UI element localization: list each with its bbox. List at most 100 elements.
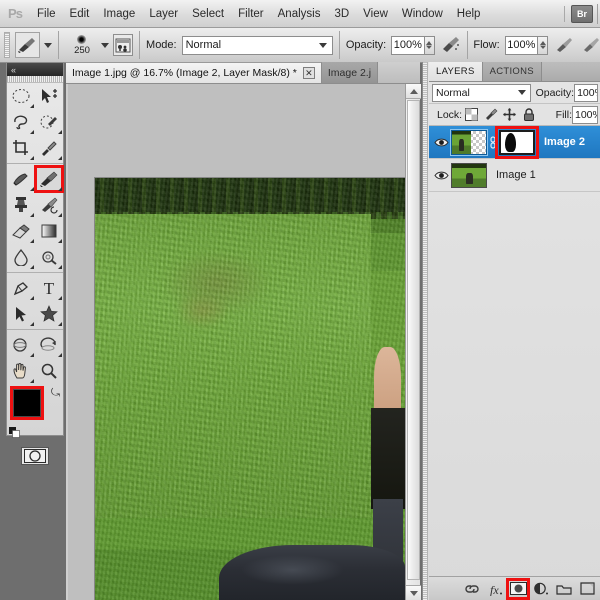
opacity-stepper[interactable] [423,35,435,55]
image-canvas[interactable] [95,178,405,600]
add-layer-mask-button[interactable] [506,577,530,600]
tool-flyout-corner-icon [30,353,34,357]
blur-tool[interactable] [7,244,35,270]
zoom-tool[interactable] [35,358,63,384]
quick-selection-tool[interactable] [35,109,63,135]
menu-item-analysis[interactable]: Analysis [271,0,328,28]
lock-image-pixels-icon[interactable] [483,107,498,122]
layer-thumbnail[interactable] [451,129,487,155]
menu-item-layer[interactable]: Layer [142,0,185,28]
custom-shape-tool[interactable] [35,301,63,327]
tool-options-bar: 250 Mode: Normal Opacity: 100% Flow: 100… [0,28,600,63]
brush-size-preview[interactable]: 250 [67,34,97,56]
scroll-up-button[interactable] [406,84,421,99]
toolbox-collapse-handle[interactable]: « [7,63,63,76]
document-tab-image-2[interactable]: Image 2.j [321,62,379,83]
move-tool[interactable] [35,83,63,109]
tool-flyout-corner-icon [58,239,62,243]
options-divider-2 [139,31,141,59]
document-area [66,84,421,600]
crop-tool[interactable] [7,135,35,161]
toggle-brush-panel-icon[interactable] [113,34,134,56]
layer-fill-input[interactable]: 100% [572,105,598,124]
menu-item-edit[interactable]: Edit [63,0,97,28]
opacity-input[interactable]: 100% [391,35,424,55]
layer-visibility-toggle[interactable] [431,159,451,192]
menu-item-select[interactable]: Select [185,0,231,28]
lock-position-icon[interactable] [502,107,517,122]
new-group-button[interactable] [553,579,575,599]
menu-item-view[interactable]: View [356,0,395,28]
layers-panel-content: LAYERS ACTIONS Normal Opacity: 100% Lock… [429,62,600,600]
brush-tool-preset-icon[interactable] [14,32,40,58]
brush-tip-icon [77,34,87,44]
svg-text:fx: fx [490,583,499,596]
new-layer-button[interactable] [576,579,598,599]
close-icon[interactable]: ✕ [302,67,315,79]
layer-row[interactable]: Image 2 [429,125,600,159]
menu-item-3d[interactable]: 3D [327,0,356,28]
history-brush-tool[interactable] [35,192,63,218]
tab-actions[interactable]: ACTIONS [482,62,542,81]
brush-preset-chevron-down-icon[interactable] [101,42,110,48]
menu-item-window[interactable]: Window [395,0,450,28]
link-mask-icon[interactable] [488,131,498,153]
menu-item-filter[interactable]: Filter [231,0,271,28]
new-fill-adjustment-layer-button[interactable] [530,579,552,599]
tool-preset-chevron-down-icon[interactable] [43,42,52,48]
blend-mode-select[interactable]: Normal [181,35,333,55]
flow-stepper[interactable] [537,35,548,55]
enable-airbrush-icon[interactable] [554,34,574,56]
toolbox-drag-strip[interactable] [7,76,63,83]
elliptical-marquee-tool[interactable] [7,83,35,109]
document-tab-image-1[interactable]: Image 1.jpg @ 16.7% (Image 2, Layer Mask… [66,62,322,83]
layer-name[interactable]: Image 1 [496,169,536,181]
canvas-left-edge [66,84,68,600]
options-bar-grip[interactable] [4,32,10,58]
clone-stamp-tool[interactable] [7,192,35,218]
layer-name[interactable]: Image 2 [544,136,585,148]
pen-tool[interactable] [7,275,35,301]
panel-drag-grip[interactable] [423,62,428,600]
hand-tool[interactable] [7,358,35,384]
tab-layers[interactable]: LAYERS [429,62,483,81]
layer-visibility-toggle[interactable] [431,126,451,159]
menu-item-help[interactable]: Help [450,0,488,28]
path-selection-tool[interactable] [7,301,35,327]
flow-input[interactable]: 100% [504,35,538,55]
layer-opacity-input[interactable]: 100% [574,83,598,102]
brush-tool[interactable] [34,165,64,193]
orbit-3d-camera-tool[interactable] [35,332,63,358]
launch-bridge-button[interactable]: Br [571,4,593,23]
rotate-3d-tool[interactable] [7,332,35,358]
lock-all-icon[interactable] [521,107,536,122]
airbrush-toggle-icon[interactable] [441,34,461,56]
layer-thumbnail[interactable] [451,162,487,188]
menu-item-file[interactable]: File [30,0,63,28]
swap-colors-icon[interactable]: ⤿ [51,387,60,400]
menu-item-image[interactable]: Image [96,0,142,28]
gradient-tool[interactable] [35,218,63,244]
canvas-vertical-scrollbar[interactable] [405,84,421,600]
svg-text:T: T [44,279,55,297]
add-layer-style-button[interactable]: fx [484,579,506,599]
scroll-down-button[interactable] [406,585,421,600]
eyedropper-tool[interactable] [35,135,63,161]
eraser-tool[interactable] [7,218,35,244]
canvas-frame[interactable] [66,84,405,600]
scrollbar-thumb[interactable] [407,100,420,580]
layer-mask-thumbnail[interactable] [499,129,535,155]
lock-transparent-pixels-icon[interactable] [464,107,479,122]
layer-blend-mode-select[interactable]: Normal [432,83,531,102]
healing-brush-tool[interactable] [7,166,35,192]
default-colors-icon[interactable] [9,427,20,438]
lasso-tool[interactable] [7,109,35,135]
edit-in-quick-mask-mode-button[interactable] [21,447,49,465]
foreground-color-swatch[interactable] [10,386,44,420]
tablet-pressure-icon[interactable] [580,34,600,56]
toolbox-divider-3 [7,329,63,330]
dodge-tool[interactable] [35,244,63,270]
link-layers-button[interactable] [461,579,483,599]
type-tool[interactable]: T [35,275,63,301]
layer-row[interactable]: Image 1 [429,159,600,192]
